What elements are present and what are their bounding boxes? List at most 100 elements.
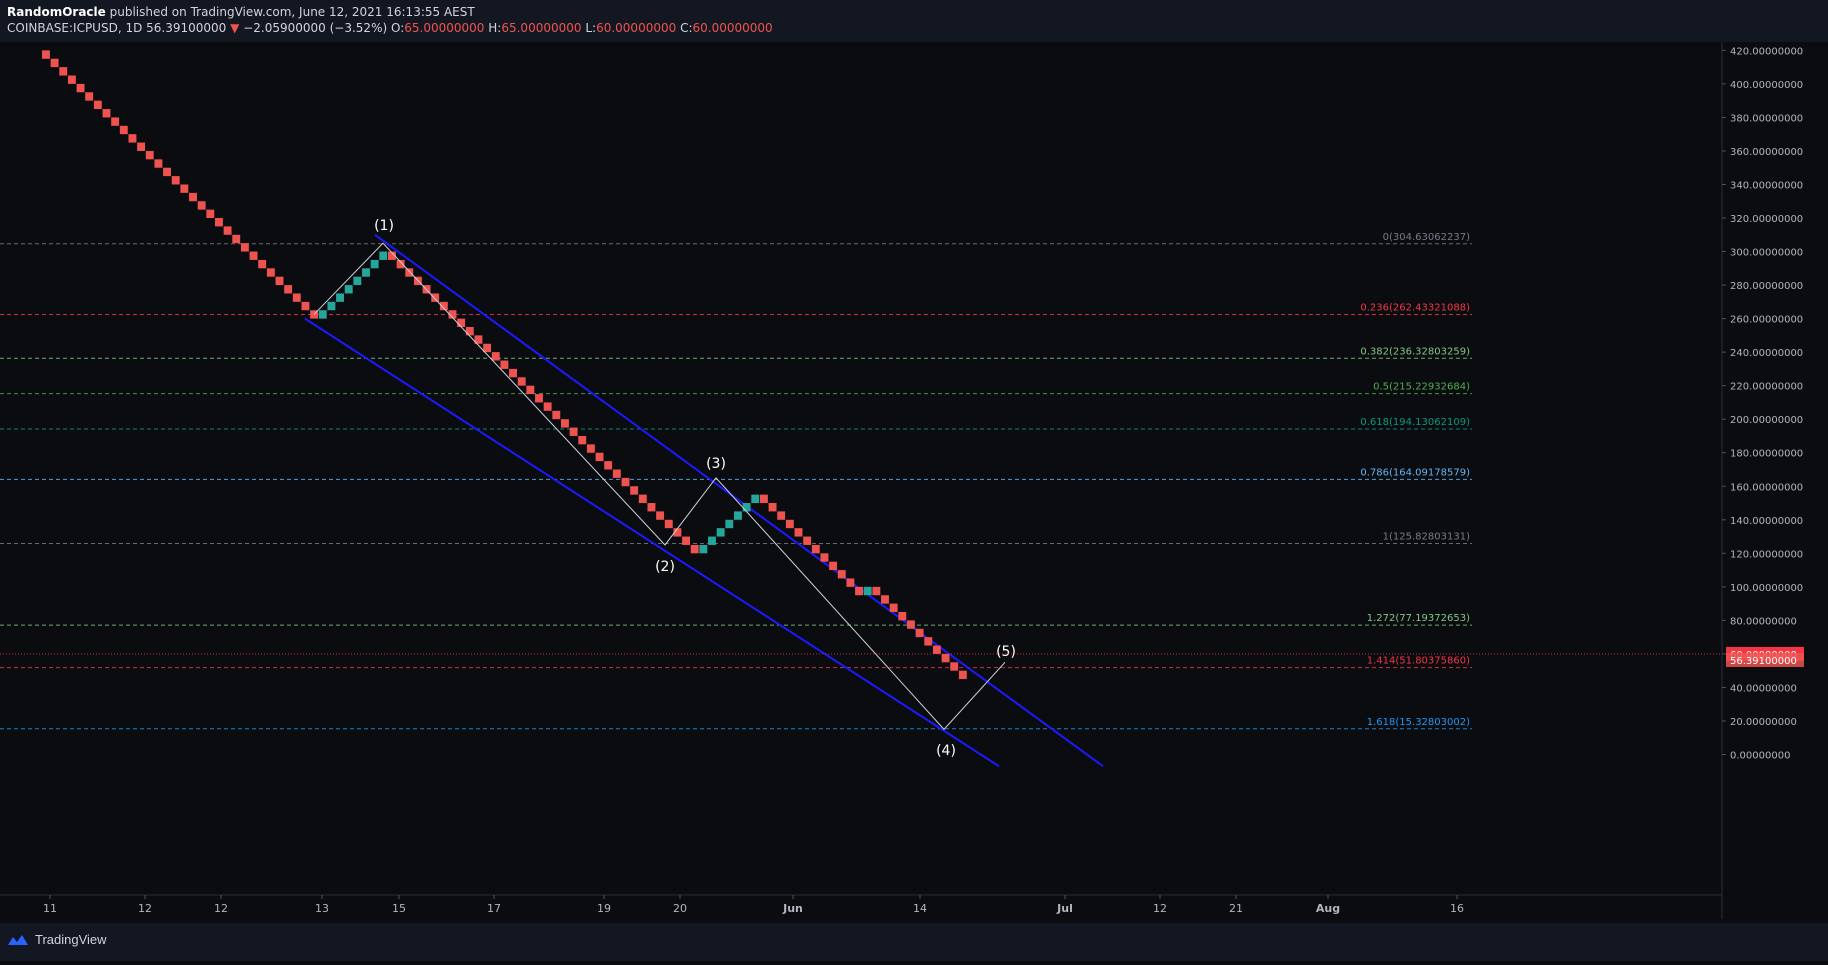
renko-brick-down: [561, 419, 569, 428]
renko-brick-up: [336, 293, 344, 302]
symbol-info: COINBASE:ICPUSD, 1D 56.39100000 ▼ −2.059…: [7, 21, 773, 35]
renko-brick-down: [907, 620, 915, 629]
renko-brick-down: [578, 435, 587, 445]
renko-brick-up: [344, 285, 353, 294]
y-tick-label: 280.00000000: [1730, 281, 1803, 292]
renko-brick-down: [431, 293, 440, 302]
renko-brick-down: [301, 301, 310, 311]
renko-brick-down: [67, 75, 76, 84]
renko-brick-down: [768, 503, 777, 512]
renko-brick-up: [327, 301, 336, 311]
renko-brick-up: [370, 259, 379, 269]
high-value: 65.00000000: [501, 21, 582, 35]
x-tick-label: Aug: [1316, 902, 1340, 915]
wave-label: (5): [996, 644, 1016, 660]
tradingview-brand[interactable]: TradingView: [7, 932, 107, 947]
renko-brick-down: [794, 528, 803, 537]
publish-info: RandomOracle published on TradingView.co…: [7, 5, 475, 19]
renko-brick-up: [716, 528, 725, 537]
renko-brick-down: [76, 83, 85, 93]
brand-label: TradingView: [35, 932, 107, 947]
renko-brick-down: [491, 352, 500, 361]
renko-brick-down: [249, 251, 258, 260]
renko-brick-down: [171, 176, 180, 185]
renko-brick-up: [751, 494, 760, 504]
low-value: 60.00000000: [596, 21, 677, 35]
renko-brick-down: [111, 117, 120, 126]
author-name[interactable]: RandomOracle: [7, 5, 106, 19]
renko-brick-down: [119, 125, 128, 135]
renko-brick-down: [621, 477, 630, 487]
chart-svg[interactable]: 0(304.63062237) 0.236(262.43321088) 0.382(…: [0, 42, 1828, 961]
renko-brick-down: [924, 637, 933, 646]
x-tick-label: 14: [913, 902, 927, 915]
renko-brick-down: [137, 142, 146, 151]
y-tick-label: 100.00000000: [1730, 583, 1803, 594]
symbol-label[interactable]: COINBASE:ICPUSD, 1D: [7, 21, 142, 35]
chart-header: RandomOracle published on TradingView.co…: [0, 0, 1828, 42]
renko-brick-down: [630, 486, 639, 495]
renko-brick-up: [379, 251, 388, 260]
renko-brick-down: [517, 377, 526, 386]
renko-brick-down: [232, 234, 241, 244]
fib-level-label: 1.414(51.80375860): [1367, 656, 1470, 667]
y-tick-label: 0.00000000: [1730, 751, 1790, 762]
renko-brick-down: [803, 536, 812, 545]
chart-area[interactable]: 0(304.63062237) 0.236(262.43321088) 0.382(…: [0, 42, 1828, 961]
fib-level-label: 1.272(77.19372653): [1367, 613, 1470, 624]
renko-brick-down: [128, 134, 137, 143]
renko-brick-down: [535, 394, 543, 403]
renko-brick-down: [163, 167, 171, 177]
price-tag-label: 56.39100000: [1730, 656, 1797, 667]
renko-brick-down: [820, 553, 829, 562]
renko-brick-up: [863, 586, 872, 596]
x-tick-label: 19: [597, 902, 611, 915]
fib-level-label: 0.786(164.09178579): [1360, 467, 1470, 478]
y-tick-label: 240.00000000: [1730, 348, 1803, 359]
fib-level-label: 0.382(236.32803259): [1360, 346, 1470, 357]
renko-brick-up: [362, 268, 370, 277]
renko-brick-up: [725, 519, 734, 529]
renko-brick-down: [154, 159, 163, 168]
x-tick-label: 13: [315, 902, 329, 915]
renko-brick-down: [881, 595, 889, 604]
renko-brick-down: [189, 192, 197, 202]
y-tick-label: 340.00000000: [1730, 180, 1803, 191]
renko-brick-down: [284, 285, 293, 294]
renko-brick-down: [647, 503, 656, 512]
wave-label: (1): [374, 218, 394, 234]
y-tick-label: 400.00000000: [1730, 80, 1803, 91]
renko-brick-up: [699, 544, 708, 554]
fib-level-label: 1.618(15.32803002): [1367, 717, 1470, 728]
renko-brick-down: [102, 109, 111, 118]
y-tick-label: 360.00000000: [1730, 147, 1803, 158]
change-down-icon: ▼: [230, 21, 240, 35]
renko-brick-up: [318, 310, 327, 319]
y-tick-label: 40.00000000: [1730, 683, 1797, 694]
renko-brick-down: [612, 469, 621, 478]
renko-brick-down: [543, 402, 552, 411]
y-tick-label: 120.00000000: [1730, 549, 1803, 560]
renko-brick-up: [742, 503, 751, 512]
renko-brick-down: [569, 427, 578, 436]
fib-level-label: 0.618(194.13062109): [1360, 417, 1470, 428]
renko-brick-down: [958, 670, 967, 680]
x-tick-label: 17: [487, 902, 501, 915]
renko-brick-down: [396, 259, 405, 269]
renko-brick-down: [215, 218, 223, 227]
renko-brick-down: [526, 385, 535, 395]
renko-brick-down: [42, 50, 50, 59]
y-tick-label: 420.00000000: [1730, 46, 1803, 57]
low-label: L:: [585, 21, 597, 35]
renko-brick-down: [85, 92, 94, 101]
renko-brick-up: [708, 536, 716, 545]
fib-level-label: 1(125.82803131): [1383, 532, 1470, 543]
renko-brick-down: [889, 603, 898, 612]
x-tick-label: 12: [1153, 902, 1167, 915]
x-tick-label: 16: [1450, 902, 1464, 915]
fib-level-label: 0.5(215.22932684): [1373, 382, 1470, 393]
renko-brick-down: [180, 184, 189, 193]
renko-brick-down: [932, 645, 941, 654]
x-tick-label: Jul: [1056, 902, 1073, 915]
renko-brick-down: [690, 544, 699, 554]
